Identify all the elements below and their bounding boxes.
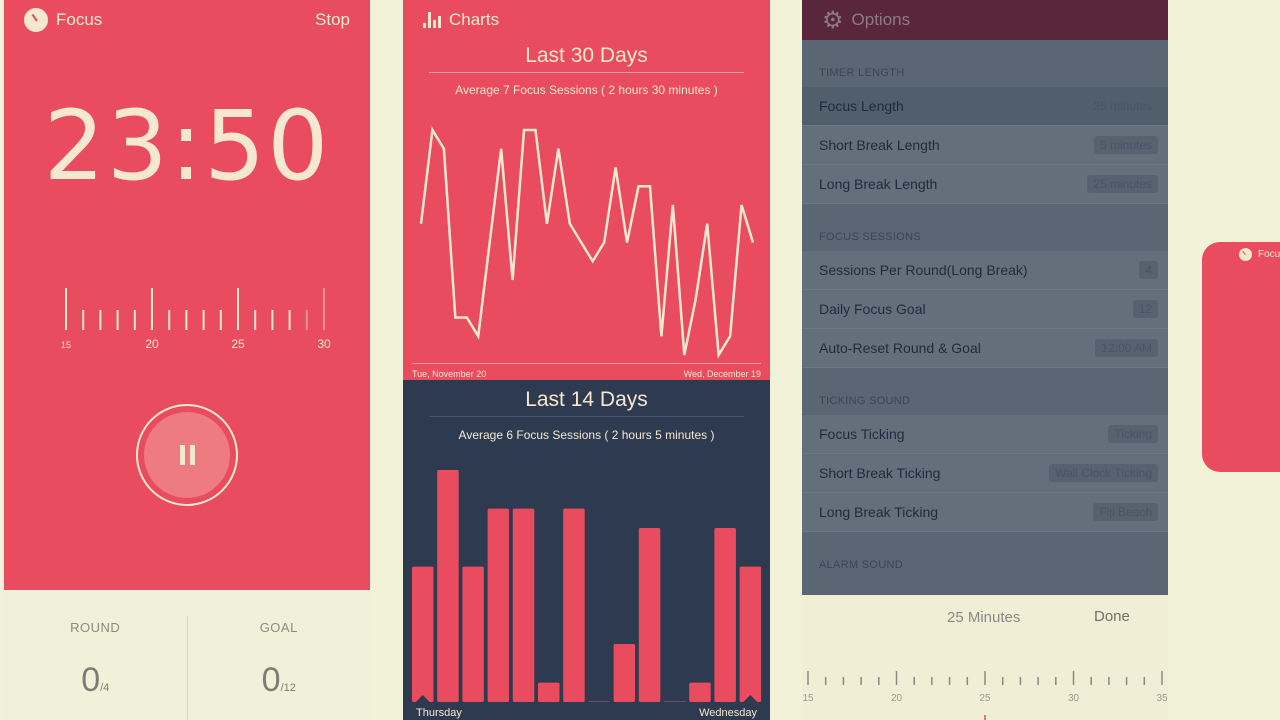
option-value: 12:00 AM [1095,339,1158,357]
gear-icon: ⚙ [822,6,844,34]
ruler-label: 20 [891,693,903,704]
line-x-end: Wed, December 19 [683,369,761,379]
option-row[interactable]: Focus Ticking Ticking [802,415,1168,454]
section-header: TIMER LENGTH [819,67,905,79]
option-value: Wall Clock Ticking [1049,464,1158,482]
stop-button[interactable]: Stop [315,10,350,30]
options-title: Options [851,10,911,29]
minutes-ruler[interactable]: 15 20 25 30 35 [802,665,1168,720]
pause-icon [144,412,230,498]
section-header: TICKING SOUND [819,395,911,407]
bar [538,682,560,702]
ruler-label: 15 [61,340,71,350]
option-label: Focus Ticking [819,426,905,442]
bar [462,566,484,702]
line-chart [419,126,755,359]
option-value: Fiji Beach [1093,503,1158,521]
option-label: Daily Focus Goal [819,301,926,317]
option-row[interactable]: Daily Focus Goal 12 [802,290,1168,329]
line-series [419,126,755,359]
section-header: FOCUS SESSIONS [819,231,921,243]
options-screen: ⚙ Options TIMER LENGTH Focus Length 25 min… [802,0,1168,720]
option-value: 4 [1139,261,1158,279]
bar-x-end: Wednesday [699,707,757,719]
timer-display: 23:50 [4,98,370,194]
bar-x-start: Thursday [416,707,462,719]
focus-title: Focus [56,10,103,29]
bar [638,528,661,702]
done-button[interactable]: Done [1094,608,1130,625]
options-list: TIMER LENGTH Focus Length 25 minutes Short … [802,40,1168,579]
option-label: Focus Length [819,98,904,114]
option-row[interactable]: Sessions Per Round(Long Break) 4 [802,251,1168,290]
ruler-label: 35 [1156,693,1168,704]
option-row[interactable]: Long Break Length 25 minutes [802,165,1168,204]
option-value: 25 minutes [1087,175,1158,193]
option-value: 25 minutes [1093,99,1152,113]
timer-text: 23:50 [43,90,331,202]
ruler-label: 25 [979,693,991,704]
option-label: Long Break Ticking [819,504,939,520]
section-header: ALARM SOUND [819,559,903,571]
line-x-start: Tue, November 20 [412,369,487,379]
bar [487,508,510,702]
option-label: Short Break Length [819,137,940,153]
bar [714,528,736,702]
bar [412,566,434,702]
option-row[interactable]: Auto-Reset Round & Goal 12:00 AM [802,329,1168,368]
option-label: Auto-Reset Round & Goal [819,340,981,356]
round-stat: ROUND 0/4 [70,620,121,699]
bar [739,566,762,702]
option-row[interactable]: Short Break Length 5 minutes [802,126,1168,165]
bar [689,682,711,702]
ruler-label: 30 [317,337,331,351]
bar [512,508,535,702]
focus-screen: Focus Stop 23:50 15 20 25 30 ROUND 0/4 GOAL… [4,0,370,720]
charts-screen: Charts Last 30 Days Average 7 Focus Sess… [403,0,770,720]
bar-chart [412,470,762,702]
option-row[interactable]: Focus Length 25 minutes [802,87,1168,126]
option-value: 5 minutes [1093,136,1158,154]
picker-value: 25 Minutes [947,609,1021,626]
stopwatch-icon [1239,248,1252,261]
ruler-label: 20 [145,337,159,351]
ruler-label: 25 [231,337,245,351]
focus-header: Focus Stop [4,0,370,40]
focus-preview-card: Focus [1202,242,1280,472]
ruler-label: 30 [1068,693,1080,704]
option-label: Short Break Ticking [819,465,941,481]
option-value: Ticking [1108,425,1158,443]
option-row[interactable]: Long Break Ticking Fiji Beach [802,493,1168,532]
ruler-label: 15 [802,693,814,704]
option-label: Sessions Per Round(Long Break) [819,262,1028,278]
goal-stat: GOAL 0/12 [186,616,371,720]
bar [613,644,636,702]
bar [437,470,459,702]
option-value: 12 [1132,300,1158,318]
bar [563,508,585,702]
time-ruler[interactable]: 15 20 25 30 [4,280,370,360]
option-row[interactable]: Short Break Ticking Wall Clock Ticking [802,454,1168,493]
option-label: Long Break Length [819,176,938,192]
stopwatch-icon [24,8,48,32]
minutes-picker: 25 Minutes Done 15 20 25 30 35 [802,595,1168,720]
pause-button[interactable] [136,404,238,506]
